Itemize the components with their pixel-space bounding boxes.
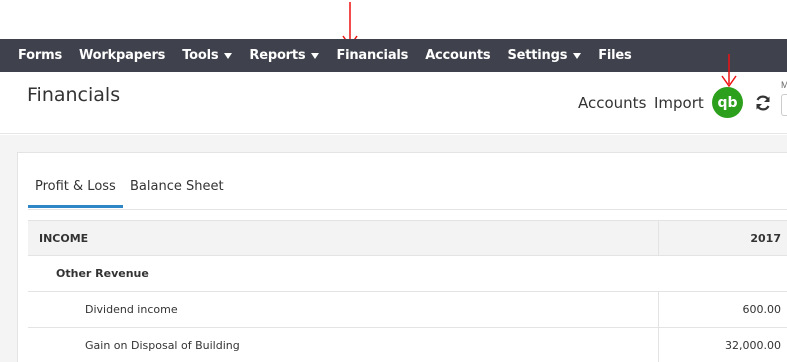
caret-down-icon (573, 52, 582, 59)
nav-item-label: Files (598, 48, 632, 63)
top-nav-bar: Forms Workpapers Tools Reports Financial… (0, 39, 787, 72)
nav-item-label: Tools (182, 48, 219, 63)
nav-item-financials[interactable]: Financials (336, 48, 408, 63)
group-label: Other Revenue (56, 267, 149, 280)
nav-item-forms[interactable]: Forms (18, 48, 62, 63)
table-header-row: INCOME 2017 (28, 220, 787, 256)
caret-down-icon (311, 52, 320, 59)
nav-item-label: Reports (249, 48, 306, 63)
nav-item-label: Accounts (425, 48, 491, 63)
year-header: 2017 (658, 221, 787, 255)
group-row: Other Revenue (28, 256, 787, 292)
nav-item-files[interactable]: Files (598, 48, 632, 63)
table-row: Dividend income 600.00 (28, 292, 787, 328)
tab-profit-loss[interactable]: Profit & Loss (35, 179, 116, 194)
profit-loss-table: INCOME 2017 Other Revenue Dividend incom… (28, 220, 787, 362)
active-tab-indicator (28, 205, 123, 208)
financials-card: Profit & Loss Balance Sheet INCOME 2017 … (17, 152, 787, 362)
nav-item-tools[interactable]: Tools (182, 48, 233, 63)
nav-item-label: Settings (507, 48, 568, 63)
quickbooks-button[interactable]: qb (712, 87, 743, 118)
tab-divider (28, 209, 787, 210)
truncated-select[interactable] (781, 94, 787, 116)
table-row: Gain on Disposal of Building 32,000.00 (28, 328, 787, 362)
nav-item-accounts[interactable]: Accounts (425, 48, 490, 63)
import-link[interactable]: Import (654, 94, 704, 112)
annotation-arrow-qb (721, 54, 737, 88)
nav-item-reports[interactable]: Reports (249, 48, 320, 63)
nav-item-label: Financials (336, 48, 409, 63)
accounts-link[interactable]: Accounts (578, 94, 646, 112)
page-title: Financials (27, 84, 121, 106)
nav-item-label: Workpapers (78, 48, 166, 63)
nav-item-workpapers[interactable]: Workpapers (79, 48, 165, 63)
amount-cell: 32,000.00 (658, 328, 787, 362)
truncated-label: M (781, 80, 787, 90)
caret-down-icon (224, 52, 233, 59)
amount-cell: 600.00 (658, 292, 787, 327)
refresh-icon[interactable] (754, 94, 772, 112)
nav-item-settings[interactable]: Settings (507, 48, 582, 63)
nav-item-label: Forms (18, 48, 62, 63)
quickbooks-icon: qb (717, 94, 738, 111)
tab-balance-sheet[interactable]: Balance Sheet (130, 179, 224, 194)
page-header: Financials Accounts Import qb M (0, 72, 787, 134)
